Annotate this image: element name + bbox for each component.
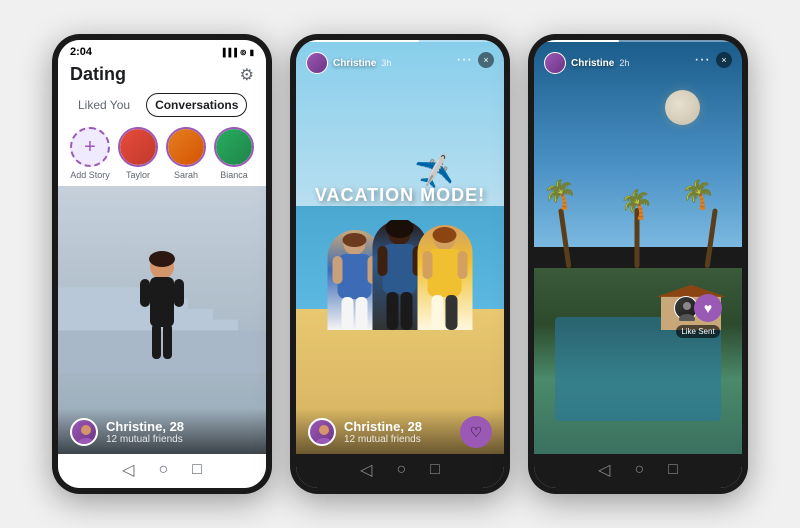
card-mini-avatar <box>70 418 98 446</box>
home-nav-icon-2[interactable]: ○ <box>396 461 406 479</box>
story-card-info-2: Christine, 28 12 mutual friends ♡ <box>296 408 504 454</box>
recent-nav-icon-3[interactable]: □ <box>668 461 678 479</box>
story-header-2: Christine 3h ··· × <box>296 40 504 78</box>
signal-icon: ▐▐▐ <box>220 48 237 57</box>
close-icon: × <box>483 55 488 65</box>
heart-sent-icon: ♥ <box>704 300 712 316</box>
bianca-label: Bianca <box>220 170 248 180</box>
nav-bar-1: ◁ ○ □ <box>58 454 266 488</box>
recent-nav-icon[interactable]: □ <box>192 461 202 479</box>
tab-row: Liked You Conversations <box>58 89 266 121</box>
dating-title: Dating <box>70 64 126 85</box>
story-username-3: Christine <box>571 58 614 69</box>
taylor-avatar[interactable] <box>118 127 158 167</box>
story-user-info: Christine 3h <box>306 52 391 74</box>
like-sent-text: Like Sent <box>676 325 719 338</box>
nav-bar-3: ◁ ○ □ <box>534 454 742 488</box>
like-heart-icon: ♥ <box>694 294 722 322</box>
story-controls-2: ··· × <box>456 51 494 69</box>
time-display-1: 2:04 <box>70 46 92 58</box>
stories-row: + Add Story Taylor Sarah Bianca <box>58 121 266 186</box>
back-nav-icon-3[interactable]: ◁ <box>598 460 610 480</box>
phone-1: 2:04 ▐▐▐ ⊚ ▮ Dating ⚙ Liked You Conversa… <box>52 34 272 494</box>
back-nav-icon-2[interactable]: ◁ <box>360 460 372 480</box>
status-bar-1: 2:04 ▐▐▐ ⊚ ▮ <box>58 40 266 60</box>
palm-trees: 🌴 🌴 🌴 <box>534 102 742 268</box>
story-avatar-2 <box>306 52 328 74</box>
story-close-button-3[interactable]: × <box>716 52 732 68</box>
story-card-text: Christine, 28 12 mutual friends <box>344 419 452 446</box>
bianca-avatar[interactable] <box>214 127 254 167</box>
story-header-3: Christine 2h ··· × <box>534 40 742 78</box>
person-figure <box>132 249 192 379</box>
status-icons-1: ▐▐▐ ⊚ ▮ <box>220 48 254 57</box>
story-username-2: Christine <box>333 58 376 69</box>
story-add[interactable]: + Add Story <box>70 127 110 180</box>
story-card-avatar <box>308 418 336 446</box>
story-screen-resort: 🌴 🌴 🌴 <box>534 40 742 454</box>
like-sent-bubble: ♥ Like Sent <box>674 294 722 338</box>
card-mutual: 12 mutual friends <box>106 434 184 445</box>
nav-bar-2: ◁ ○ □ <box>296 454 504 488</box>
story-more-icon-3[interactable]: ··· <box>694 51 710 69</box>
vacation-mode-text: VACATION MODE! <box>315 185 485 206</box>
card-text: Christine, 28 12 mutual friends <box>106 419 184 446</box>
palm-right: 🌴 <box>677 178 737 268</box>
story-close-button[interactable]: × <box>478 52 494 68</box>
story-bianca[interactable]: Bianca <box>214 127 254 180</box>
palm-left: 🌴 <box>539 178 599 268</box>
taylor-label: Taylor <box>126 170 150 180</box>
story-sarah[interactable]: Sarah <box>166 127 206 180</box>
tab-liked-you[interactable]: Liked You <box>70 94 138 116</box>
story-time-3: 2h <box>619 58 629 68</box>
add-story-label: Add Story <box>70 170 110 180</box>
person-3 <box>418 225 473 330</box>
recent-nav-icon-2[interactable]: □ <box>430 461 440 479</box>
add-story-button[interactable]: + <box>70 127 110 167</box>
tab-conversations[interactable]: Conversations <box>146 93 247 117</box>
heart-icon: ♡ <box>470 424 483 441</box>
wifi-icon: ⊚ <box>240 48 247 57</box>
profile-card[interactable]: Christine, 28 12 mutual friends <box>58 186 266 454</box>
story-card-mutual: 12 mutual friends <box>344 434 452 445</box>
story-taylor[interactable]: Taylor <box>118 127 158 180</box>
dating-header: Dating ⚙ <box>58 60 266 89</box>
story-controls-3: ··· × <box>694 51 732 69</box>
gear-icon[interactable]: ⚙ <box>240 65 254 85</box>
like-button-2[interactable]: ♡ <box>460 416 492 448</box>
phone-3: 🌴 🌴 🌴 <box>528 34 748 494</box>
back-nav-icon[interactable]: ◁ <box>122 460 134 480</box>
story-card-name: Christine, 28 <box>344 419 452 435</box>
story-screen-beach: VACATION MODE! ✈️ Christine 3h ··· × <box>296 40 504 454</box>
close-icon-3: × <box>721 55 726 65</box>
like-sent-avatars: ♥ <box>674 294 722 322</box>
story-avatar-3 <box>544 52 566 74</box>
sarah-label: Sarah <box>174 170 198 180</box>
home-nav-icon[interactable]: ○ <box>158 461 168 479</box>
story-more-icon[interactable]: ··· <box>456 51 472 69</box>
card-info-overlay: Christine, 28 12 mutual friends <box>58 408 266 454</box>
card-name: Christine, 28 <box>106 419 184 435</box>
story-user-info-3: Christine 2h <box>544 52 629 74</box>
people-group <box>328 220 473 330</box>
battery-icon: ▮ <box>250 48 254 57</box>
phone-2: VACATION MODE! ✈️ Christine 3h ··· × <box>290 34 510 494</box>
sarah-avatar[interactable] <box>166 127 206 167</box>
story-time-2: 3h <box>381 58 391 68</box>
home-nav-icon-3[interactable]: ○ <box>634 461 644 479</box>
